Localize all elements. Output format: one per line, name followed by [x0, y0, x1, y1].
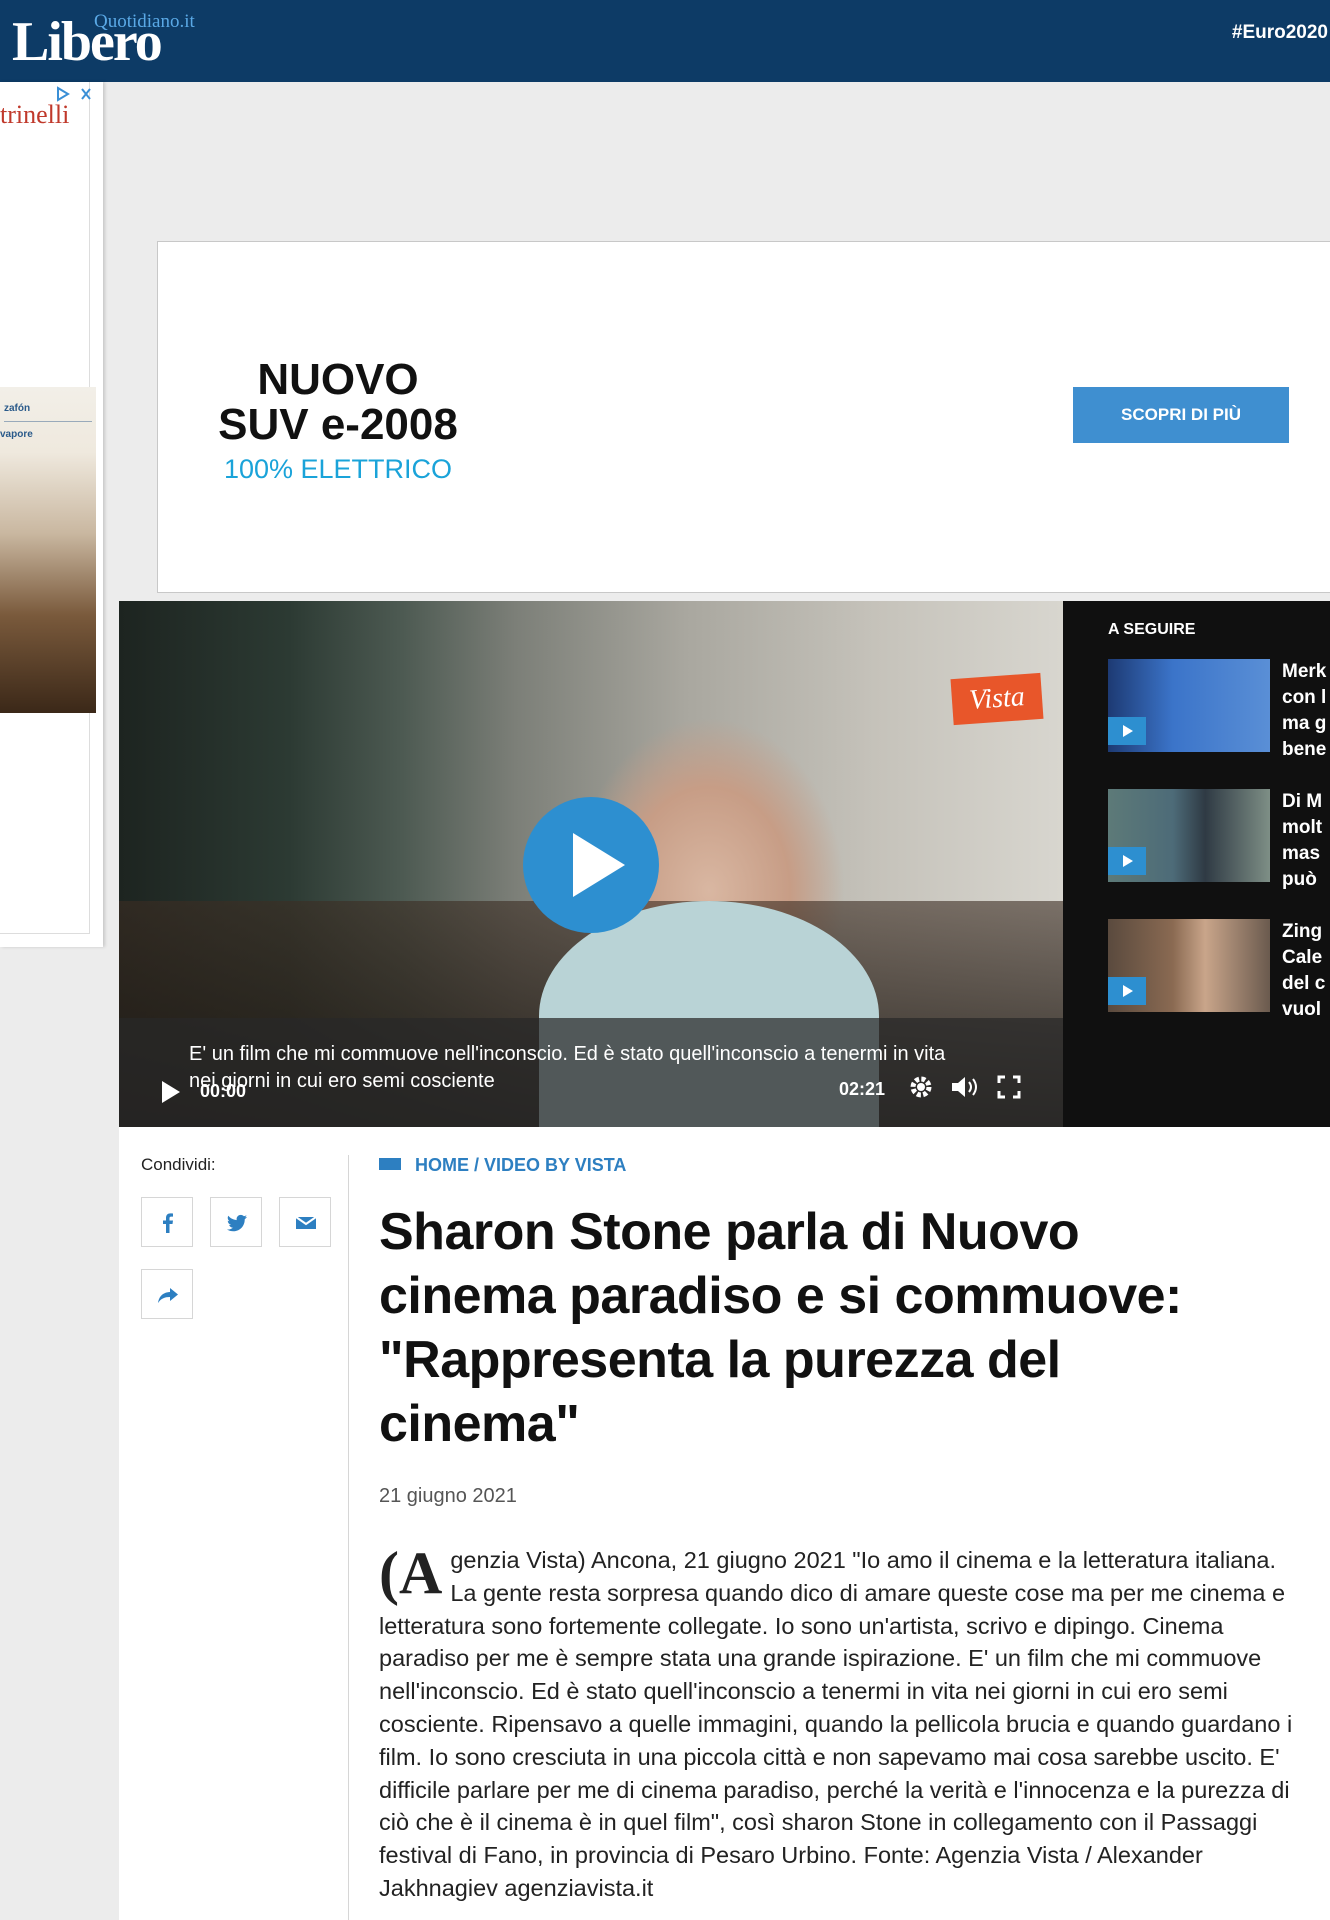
email-icon: [295, 1216, 317, 1229]
total-duration: 02:21: [839, 1079, 886, 1099]
play-icon[interactable]: [160, 1079, 182, 1105]
big-play-button[interactable]: [523, 797, 659, 933]
up-next-title-text[interactable]: Di M molt mas può: [1282, 789, 1330, 893]
facebook-icon: [163, 1213, 173, 1233]
share-email-button[interactable]: [279, 1197, 331, 1247]
up-next-play-icon[interactable]: [1108, 717, 1146, 745]
share-facebook-button[interactable]: [141, 1197, 193, 1247]
banner-ad-title-line2: SUV e-2008: [218, 400, 458, 449]
up-next-panel: A SEGUIRE Merk con l ma g bene Di M molt…: [1063, 601, 1330, 1127]
share-twitter-button[interactable]: [210, 1197, 262, 1247]
share-arrow-icon: [158, 1288, 178, 1303]
up-next-item[interactable]: Zing Cale del c vuol: [1108, 919, 1330, 1020]
video-player[interactable]: Vista E' un film che mi commuove nell'in…: [119, 601, 1063, 1127]
article-date: 21 giugno 2021: [379, 1485, 517, 1507]
side-ad-frame: trinelli zafón vapore: [0, 82, 96, 934]
article: Condividi: HOME / VIDEO BY VISTA Sharon …: [119, 1127, 1330, 1920]
up-next-play-icon[interactable]: [1108, 847, 1146, 875]
video-subtitle-line1: E' un film che mi commuove nell'inconsci…: [189, 1043, 946, 1065]
banner-ad-peugeot[interactable]: NUOVO SUV e-2008 100% ELETTRICO SCOPRI D…: [157, 241, 1330, 593]
current-time: 00:00: [200, 1081, 247, 1101]
up-next-title-text[interactable]: Zing Cale del c vuol: [1282, 919, 1330, 1023]
twitter-icon: [227, 1214, 247, 1232]
up-next-title-text[interactable]: Merk con l ma g bene: [1282, 659, 1330, 763]
banner-ghost-text: [508, 352, 520, 398]
up-next-item[interactable]: Di M molt mas può: [1108, 789, 1330, 890]
site-header: Libero Quotidiano.it #Euro2020: [0, 0, 1330, 82]
volume-icon[interactable]: [949, 1073, 981, 1105]
share-more-button[interactable]: [141, 1269, 193, 1319]
libero-logo[interactable]: Libero Quotidiano.it: [12, 6, 212, 76]
side-skyscraper-ad[interactable]: trinelli zafón vapore: [0, 82, 103, 947]
side-ad-book-image: zafón vapore: [0, 387, 96, 713]
side-ad-book-divider: [4, 421, 92, 422]
adchoices-close-icon[interactable]: [56, 86, 96, 104]
banner-ad-subtitle: 100% ELETTRICO: [223, 454, 453, 484]
vista-watermark-logo: Vista: [950, 672, 1044, 726]
breadcrumb-section-link[interactable]: / VIDEO BY VISTA: [474, 1155, 626, 1175]
hashtag-euro2020-link[interactable]: #Euro2020: [1232, 22, 1328, 44]
breadcrumb: HOME / VIDEO BY VISTA: [379, 1155, 626, 1176]
side-ad-brand: trinelli: [0, 100, 70, 129]
settings-gear-icon[interactable]: [905, 1073, 937, 1105]
banner-ad-title: NUOVO SUV e-2008: [188, 357, 488, 447]
up-next-title: A SEGUIRE: [1108, 621, 1196, 638]
breadcrumb-home-link[interactable]: HOME: [415, 1155, 469, 1175]
fullscreen-icon[interactable]: [993, 1073, 1025, 1105]
banner-ad-title-line1: NUOVO: [257, 355, 419, 404]
up-next-play-icon[interactable]: [1108, 977, 1146, 1005]
article-divider: [348, 1155, 349, 1920]
article-body: (A genzia Vista) Ancona, 21 giugno 2021 …: [379, 1540, 1299, 1905]
article-headline: Sharon Stone parla di Nuovo cinema parad…: [379, 1203, 1182, 1453]
share-label: Condividi:: [141, 1155, 216, 1174]
logo-sub-text: Quotidiano.it: [94, 11, 195, 32]
scopri-di-piu-button[interactable]: SCOPRI DI PIÙ: [1073, 387, 1289, 443]
up-next-item[interactable]: Merk con l ma g bene: [1108, 659, 1330, 760]
breadcrumb-flag-icon: [379, 1158, 401, 1170]
adchoices-icon[interactable]: [56, 86, 96, 104]
side-ad-book-text-2: vapore: [0, 429, 33, 440]
article-dropcap: (A: [379, 1540, 443, 1606]
side-ad-book-text-1: zafón: [4, 403, 31, 414]
article-body-text: genzia Vista) Ancona, 21 giugno 2021 "Io…: [379, 1547, 1293, 1901]
